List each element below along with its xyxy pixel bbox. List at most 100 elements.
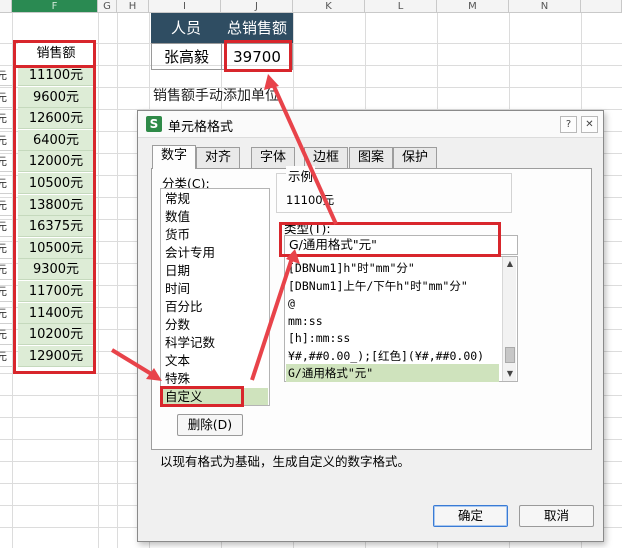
category-item[interactable]: 时间 [162,280,268,298]
cancel-button[interactable]: 取消 [519,505,594,527]
screenshot-stage: F G H I J K L M N 销售额 11100元元9600元元12600… [0,0,622,548]
scroll-up-icon[interactable]: ▲ [503,257,517,271]
sales-value-cell[interactable]: 6400元 [18,129,94,151]
format-list-item[interactable]: G/通用格式"元" [286,364,499,382]
prev-column-cell[interactable]: 元 [0,281,12,302]
sales-value-cell[interactable]: 12600元 [18,108,94,130]
summary-person-cell[interactable]: 张高毅 [151,43,222,70]
dialog-titlebar[interactable]: S 单元格格式 ? ✕ [138,111,603,138]
prev-column-cell[interactable]: 元 [0,324,12,346]
sales-value-cell[interactable]: 16375元 [18,216,94,238]
prev-column-cell[interactable]: 元 [0,238,12,259]
format-list-scrollbar[interactable]: ▲ ▼ [502,257,516,381]
category-item[interactable]: 自定义 [162,388,268,405]
sales-value-cell[interactable]: 10500元 [18,173,94,194]
column-header-f[interactable]: F [12,0,98,13]
category-item[interactable]: 常规 [162,190,268,208]
sales-value-cell[interactable]: 10500元 [18,237,94,259]
column-header-l[interactable]: L [365,0,437,13]
category-item[interactable]: 科学记数 [162,334,268,352]
scroll-thumb[interactable] [505,347,515,363]
prev-column-suffix: 元 [0,346,7,366]
scroll-down-icon[interactable]: ▼ [503,367,517,381]
format-list-item[interactable]: ¥#,##0.00_);[红色](¥#,##0.00) [288,347,484,365]
format-list-item[interactable]: @ [288,294,295,312]
summary-header-person[interactable]: 人员 [151,13,221,43]
prev-column-suffix: 元 [0,108,7,128]
sales-value-cell[interactable]: 11100元 [18,65,94,86]
format-list-item[interactable]: mm:ss [288,312,323,330]
format-list-item[interactable]: [DBNum1]h"时"mm"分" [288,259,415,277]
sales-value-cell[interactable]: 12900元 [18,345,94,367]
column-header-o[interactable] [581,0,622,13]
prev-column-cell[interactable]: 元 [0,216,12,238]
sales-value-cell[interactable]: 9300元 [18,259,94,281]
category-item[interactable]: 数值 [162,208,268,226]
app-icon: S [146,116,162,132]
grid-vline [98,13,99,548]
tab-alignment[interactable]: 对齐 [196,147,240,168]
tab-font[interactable]: 字体 [251,147,295,168]
category-item[interactable]: 文本 [162,352,268,370]
sales-value-cell[interactable]: 9600元 [18,86,94,108]
category-item[interactable]: 日期 [162,262,268,280]
tab-number[interactable]: 数字 [152,145,196,169]
prev-column-suffix: 元 [0,324,7,344]
prev-column-cell[interactable]: 元 [0,151,12,173]
column-header-e[interactable] [0,0,12,13]
prev-column-cell[interactable]: 元 [0,346,12,367]
prev-column-suffix: 元 [0,87,7,107]
prev-column-suffix: 元 [0,65,7,85]
format-description: 以现有格式为基础，生成自定义的数字格式。 [160,454,411,469]
prev-column-suffix: 元 [0,259,7,279]
summary-total-cell[interactable]: 39700 [221,43,293,70]
category-list[interactable]: 常规 数值 货币 会计专用 日期 时间 百分比 分数 科学记数 文本 特殊 自定义 [160,188,270,406]
sales-value-cell[interactable]: 12000元 [18,151,94,173]
annotation-note: 销售额手动添加单位 [153,88,279,104]
sales-value-cell[interactable]: 11400元 [18,302,94,324]
summary-header-total-sales[interactable]: 总销售额 [221,13,293,43]
column-header-g[interactable]: G [98,0,117,13]
help-icon[interactable]: ? [560,116,577,133]
category-item[interactable]: 会计专用 [162,244,268,262]
category-item[interactable]: 特殊 [162,370,268,388]
close-icon[interactable]: ✕ [581,116,598,133]
column-header-j[interactable]: J [221,0,293,13]
prev-column-cell[interactable]: 元 [0,195,12,216]
prev-column-cell[interactable]: 元 [0,87,12,108]
delete-button[interactable]: 删除(D) [177,414,243,436]
prev-column-suffix: 元 [0,151,7,171]
sales-value-cell[interactable]: 13800元 [18,194,94,216]
prev-column-cell[interactable]: 元 [0,130,12,151]
sales-value-cell[interactable]: 10200元 [18,324,94,346]
column-header-k[interactable]: K [293,0,365,13]
sample-value: 11100元 [286,193,335,207]
sales-header-cell[interactable]: 销售额 [18,43,94,65]
category-item[interactable]: 分数 [162,316,268,334]
column-header-i[interactable]: I [149,0,221,13]
sales-value-cell[interactable]: 11700元 [18,281,94,302]
type-input[interactable]: G/通用格式"元" [284,235,518,255]
category-item[interactable]: 货币 [162,226,268,244]
prev-column-suffix: 元 [0,216,7,236]
prev-column-suffix: 元 [0,130,7,150]
column-header-h[interactable]: H [117,0,149,13]
prev-column-cell[interactable]: 元 [0,108,12,130]
format-list-item[interactable]: [DBNum1]上午/下午h"时"mm"分" [288,277,468,295]
tab-border[interactable]: 边框 [304,147,348,168]
ok-button[interactable]: 确定 [433,505,508,527]
column-header-m[interactable]: M [437,0,509,13]
grid-vline [12,13,13,548]
tab-pattern[interactable]: 图案 [349,147,393,168]
prev-column-cell[interactable]: 元 [0,303,12,324]
category-item[interactable]: 百分比 [162,298,268,316]
format-list-item[interactable]: [h]:mm:ss [288,329,350,347]
column-header-n[interactable]: N [509,0,581,13]
prev-column-cell[interactable]: 元 [0,259,12,281]
tab-protection[interactable]: 保护 [393,147,437,168]
dialog-title: 单元格格式 [168,120,234,135]
prev-column-cell[interactable]: 元 [0,173,12,194]
prev-column-cell[interactable]: 元 [0,65,12,86]
sample-label: 示例 [286,166,316,185]
prev-column-suffix: 元 [0,195,7,215]
